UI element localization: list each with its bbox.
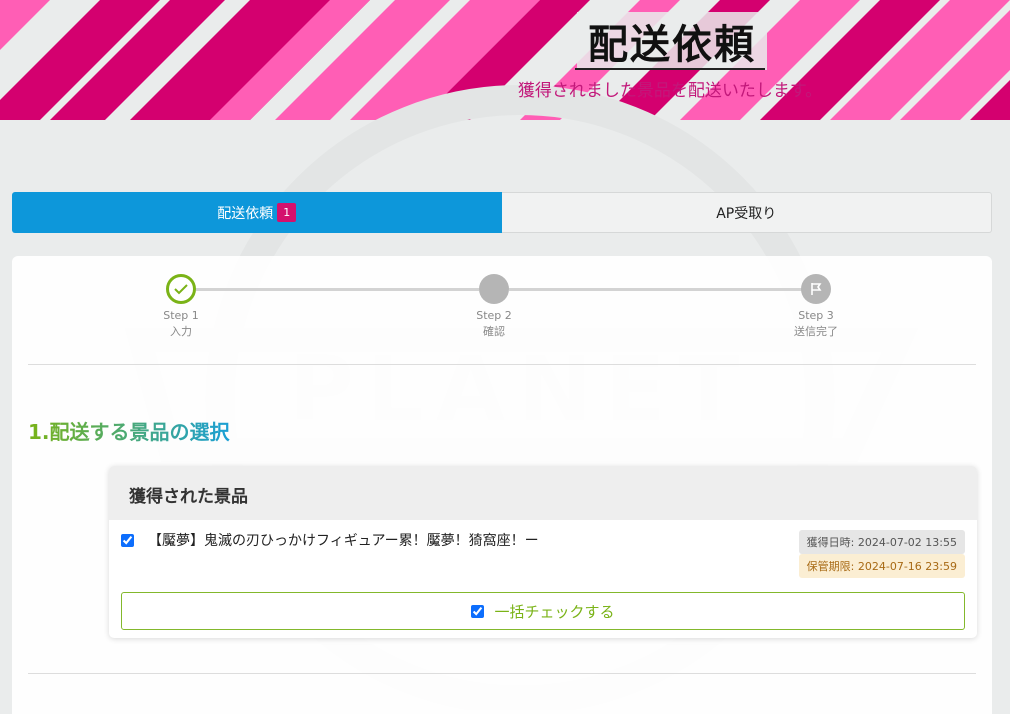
flag-icon [811, 283, 822, 295]
prize-checkbox[interactable] [121, 533, 134, 547]
acquired-date-badge: 獲得日時: 2024-07-02 13:55 [798, 530, 965, 554]
title-underline [575, 68, 765, 70]
check-icon [174, 284, 188, 295]
step-1-label: Step 1 入力 [163, 309, 199, 338]
prize-card-header: 獲得された景品 [109, 466, 977, 520]
section-title: 1.配送する景品の選択 [28, 416, 230, 445]
tab-bar: 配送依頼 1 AP受取り [12, 192, 992, 233]
divider [28, 673, 976, 674]
bulk-checkbox[interactable] [471, 604, 485, 618]
count-badge: 1 [277, 203, 297, 222]
page-title: 配送依頼 [577, 12, 767, 70]
step-3-label: Step 3 送信完了 [794, 309, 838, 338]
main-panel: Step 1 入力 Step 2 確認 Step 3 送信完了 1.配送する景品… [12, 256, 992, 714]
step-connector [509, 288, 802, 291]
bulk-check-label: 一括チェックする [494, 602, 615, 621]
header-stripes [0, 0, 1010, 120]
prize-item: 【魘夢】鬼滅の刃ひっかけフィギュアー累！魘夢！猗窩座！ー [121, 530, 539, 550]
step-2-label: Step 2 確認 [476, 309, 512, 338]
expire-date-badge: 保管期限: 2024-07-16 23:59 [798, 554, 965, 578]
tab-delivery-request[interactable]: 配送依頼 1 [12, 192, 502, 233]
page-subtitle: 獲得されました景品を配送いたします。 [517, 81, 823, 101]
tab-ap-receive[interactable]: AP受取り [501, 192, 992, 233]
step-1-indicator [166, 274, 196, 304]
divider [28, 364, 976, 365]
step-3-indicator [801, 274, 831, 304]
bulk-check-button[interactable]: 一括チェックする [121, 592, 965, 630]
tab-label: AP受取り [716, 205, 777, 222]
step-2-indicator [479, 274, 509, 304]
progress-steps: Step 1 入力 Step 2 確認 Step 3 送信完了 [12, 256, 992, 356]
tab-label: 配送依頼 [217, 205, 274, 222]
prize-card: 獲得された景品 【魘夢】鬼滅の刃ひっかけフィギュアー累！魘夢！猗窩座！ー 獲得日… [109, 466, 977, 638]
prize-name: 【魘夢】鬼滅の刃ひっかけフィギュアー累！魘夢！猗窩座！ー [148, 533, 539, 549]
step-connector [196, 288, 479, 291]
